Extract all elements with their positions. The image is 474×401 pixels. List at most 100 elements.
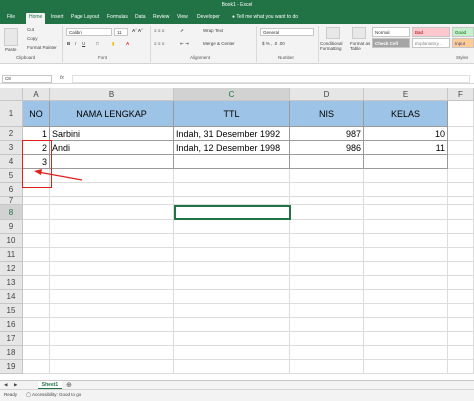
empty-cell[interactable] xyxy=(290,318,364,332)
paste-icon[interactable] xyxy=(4,28,18,46)
header-cell-ttl[interactable]: TTL xyxy=(174,101,290,127)
column-header-d[interactable]: D xyxy=(290,88,364,101)
empty-cell[interactable] xyxy=(174,304,290,318)
tab-developer[interactable]: Developer xyxy=(194,13,223,24)
style-input[interactable]: Input xyxy=(452,38,474,48)
empty-cell[interactable] xyxy=(50,276,174,290)
header-cell-no[interactable]: NO xyxy=(23,101,50,127)
font-name-select[interactable]: Calibri xyxy=(66,28,112,36)
style-bad[interactable]: Bad xyxy=(412,27,450,37)
number-format-select[interactable]: General xyxy=(260,28,314,36)
tab-file[interactable]: File xyxy=(4,13,18,24)
empty-cell[interactable] xyxy=(23,234,50,248)
empty-cell[interactable] xyxy=(174,169,290,183)
empty-cell[interactable] xyxy=(290,169,364,183)
empty-cell[interactable] xyxy=(23,290,50,304)
empty-cell[interactable] xyxy=(174,346,290,360)
row-header-12[interactable]: 12 xyxy=(0,262,23,276)
currency-icon[interactable]: $ % , .0 .00 xyxy=(262,41,285,46)
empty-cell[interactable] xyxy=(23,346,50,360)
cell-c2[interactable]: Indah, 31 Desember 1992 xyxy=(174,127,290,141)
row-header-18[interactable]: 18 xyxy=(0,346,23,360)
empty-cell[interactable] xyxy=(50,205,174,220)
cell-d4[interactable] xyxy=(290,155,364,169)
empty-cell[interactable] xyxy=(448,332,474,346)
empty-cell[interactable] xyxy=(50,262,174,276)
header-cell-nis[interactable]: NIS xyxy=(290,101,364,127)
tab-review[interactable]: Review xyxy=(150,13,172,24)
cell-d3[interactable]: 986 xyxy=(290,141,364,155)
empty-cell[interactable] xyxy=(448,318,474,332)
empty-cell[interactable] xyxy=(290,332,364,346)
cell-d2[interactable]: 987 xyxy=(290,127,364,141)
tab-home[interactable]: Home xyxy=(26,13,46,24)
select-all-corner[interactable] xyxy=(0,88,23,101)
row-header-19[interactable]: 19 xyxy=(0,360,23,374)
row-header-17[interactable]: 17 xyxy=(0,332,23,346)
merge-center-button[interactable]: Merge & Center xyxy=(203,41,235,46)
row-header-11[interactable]: 11 xyxy=(0,248,23,262)
grow-font-icon[interactable]: Aˆ Aˇ xyxy=(132,28,143,33)
row-header-9[interactable]: 9 xyxy=(0,220,23,234)
empty-cell[interactable] xyxy=(174,290,290,304)
accessibility-status[interactable]: Accessibility: Good to go xyxy=(32,392,81,397)
empty-cell[interactable] xyxy=(364,290,448,304)
column-header-c[interactable]: C xyxy=(174,88,290,101)
empty-cell[interactable] xyxy=(448,304,474,318)
fx-icon[interactable]: fx xyxy=(60,75,64,81)
empty-cell[interactable] xyxy=(448,290,474,304)
empty-cell[interactable] xyxy=(23,220,50,234)
conditional-formatting-icon[interactable] xyxy=(326,27,340,39)
empty-cell[interactable] xyxy=(448,220,474,234)
style-good[interactable]: Good xyxy=(452,27,474,37)
empty-cell[interactable] xyxy=(448,248,474,262)
empty-cell[interactable] xyxy=(174,248,290,262)
font-size-select[interactable]: 11 xyxy=(114,28,128,36)
cell-e2[interactable]: 10 xyxy=(364,127,448,141)
header-cell-nama-lengkap[interactable]: NAMA LENGKAP xyxy=(50,101,174,127)
row-header-2[interactable]: 2 xyxy=(0,127,23,141)
empty-cell[interactable] xyxy=(174,276,290,290)
empty-cell[interactable] xyxy=(364,183,448,197)
empty-cell[interactable] xyxy=(448,155,474,169)
empty-cell[interactable] xyxy=(364,360,448,374)
row-header-15[interactable]: 15 xyxy=(0,304,23,318)
row-header-3[interactable]: 3 xyxy=(0,141,23,155)
name-box[interactable]: C8 xyxy=(2,75,52,83)
empty-cell[interactable] xyxy=(364,304,448,318)
tab-page-layout[interactable]: Page Layout xyxy=(68,13,102,24)
tab-formulas[interactable]: Formulas xyxy=(104,13,131,24)
indent-icon[interactable]: ⇤ ⇥ xyxy=(180,41,189,47)
underline-icon[interactable]: U xyxy=(82,41,85,46)
empty-cell[interactable] xyxy=(23,276,50,290)
empty-cell[interactable] xyxy=(448,101,474,127)
cell-a2[interactable]: 1 xyxy=(23,127,50,141)
cell-e3[interactable]: 11 xyxy=(364,141,448,155)
empty-cell[interactable] xyxy=(290,248,364,262)
cell-e4[interactable] xyxy=(364,155,448,169)
column-header-a[interactable]: A xyxy=(23,88,50,101)
empty-cell[interactable] xyxy=(448,197,474,205)
empty-cell[interactable] xyxy=(174,262,290,276)
empty-cell[interactable] xyxy=(364,332,448,346)
empty-cell[interactable] xyxy=(448,346,474,360)
empty-cell[interactable] xyxy=(50,234,174,248)
empty-cell[interactable] xyxy=(174,183,290,197)
empty-cell[interactable] xyxy=(23,262,50,276)
empty-cell[interactable] xyxy=(50,197,174,205)
empty-cell[interactable] xyxy=(448,360,474,374)
wrap-text-button[interactable]: Wrap Text xyxy=(203,28,223,33)
empty-cell[interactable] xyxy=(290,197,364,205)
tab-insert[interactable]: Insert xyxy=(48,13,67,24)
tell-me-search[interactable]: ● Tell me what you want to do xyxy=(232,13,298,22)
add-sheet-icon[interactable]: ⊕ xyxy=(66,381,72,389)
empty-cell[interactable] xyxy=(290,360,364,374)
cell-c4[interactable] xyxy=(174,155,290,169)
cut-button[interactable]: Cut xyxy=(27,27,34,32)
tab-data[interactable]: Data xyxy=(132,13,149,24)
tab-view[interactable]: View xyxy=(174,13,191,24)
row-header-1[interactable]: 1 xyxy=(0,101,23,127)
active-cell-selection[interactable] xyxy=(174,205,291,220)
align-left-icon[interactable]: ≡ ≡ ≡ xyxy=(154,41,164,46)
column-header-e[interactable]: E xyxy=(364,88,448,101)
